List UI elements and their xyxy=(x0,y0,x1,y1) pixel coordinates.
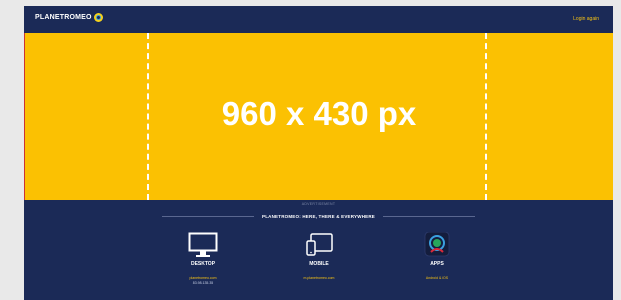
advertisement-label: ADVERTISEMENT xyxy=(301,202,336,206)
desktop-icon xyxy=(188,232,218,257)
ad-banner-placeholder: 960 x 430 px xyxy=(24,33,613,200)
desktop-ip: 83.98.135.35 xyxy=(192,281,214,285)
apps-link[interactable]: Android & iOS xyxy=(392,276,482,281)
page: PLANET ROMEO Login again 960 x 430 px ADV… xyxy=(24,6,613,300)
apps-title: APPS xyxy=(430,261,444,267)
banner-size-text: 960 x 430 px xyxy=(221,95,417,132)
apps-column[interactable]: APPS Android & iOS xyxy=(392,232,482,281)
tagline-divider-left xyxy=(162,216,254,217)
logo-planet-text: PLANET xyxy=(35,14,65,21)
mobile-column[interactable]: MOBILE m.planetromeo.com xyxy=(274,232,364,281)
mobile-title: MOBILE xyxy=(309,261,329,267)
logo-romeo-text: ROMEO xyxy=(64,14,92,21)
tagline-row: PLANETROMEO: HERE, THERE & EVERYWHERE xyxy=(24,214,613,219)
tagline-divider-right xyxy=(383,216,475,217)
top-bar: PLANET ROMEO Login again xyxy=(24,6,613,33)
desktop-title: DESKTOP xyxy=(190,261,216,267)
planetromeo-logo[interactable]: PLANET ROMEO xyxy=(35,13,103,22)
logo-mark-icon xyxy=(93,13,103,22)
planetromeo-app-icon xyxy=(424,232,450,257)
desktop-column[interactable]: DESKTOP planetromeo.com 83.98.135.35 xyxy=(158,232,248,286)
login-again-link[interactable]: Login again xyxy=(573,16,599,22)
mobile-tablet-icon xyxy=(306,233,333,256)
footer-tagline: PLANETROMEO: HERE, THERE & EVERYWHERE xyxy=(262,214,375,219)
mobile-link[interactable]: m.planetromeo.com xyxy=(274,276,364,281)
